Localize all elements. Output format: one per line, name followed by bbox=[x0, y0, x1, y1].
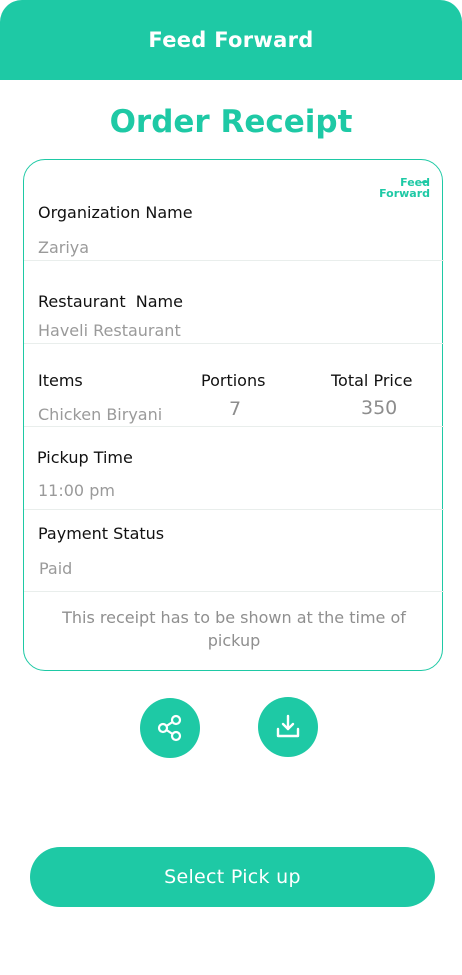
divider bbox=[24, 260, 444, 261]
receipt-card: Feed Forward ☁ Organization Name Zariya … bbox=[23, 159, 444, 671]
logo-line-2: Forward bbox=[379, 187, 430, 200]
portions-label: Portions bbox=[201, 371, 266, 390]
items-label: Items bbox=[38, 371, 83, 390]
share-icon bbox=[157, 714, 182, 742]
app-header: Feed Forward bbox=[0, 0, 462, 80]
organization-value: Zariya bbox=[38, 238, 90, 257]
divider bbox=[24, 343, 444, 344]
divider bbox=[24, 591, 444, 592]
portions-value: 7 bbox=[229, 398, 242, 420]
divider bbox=[24, 426, 444, 427]
pickup-time-label: Pickup Time bbox=[37, 448, 133, 467]
page-title: Order Receipt bbox=[109, 104, 353, 140]
download-button[interactable] bbox=[258, 697, 318, 757]
organization-label: Organization Name bbox=[38, 203, 193, 222]
item-name: Chicken Biryani bbox=[38, 405, 163, 424]
total-price-label: Total Price bbox=[331, 371, 413, 390]
payment-status-label: Payment Status bbox=[38, 524, 165, 543]
share-button[interactable] bbox=[140, 698, 200, 758]
feed-forward-logo: Feed Forward ☁ bbox=[379, 176, 430, 200]
cloud-icon: ☁ bbox=[420, 176, 428, 185]
receipt-note: This receipt has to be shown at the time… bbox=[62, 608, 406, 650]
payment-status-value: Paid bbox=[39, 559, 73, 578]
restaurant-label: Restaurant Name bbox=[38, 292, 183, 311]
pickup-time-value: 11:00 pm bbox=[38, 481, 115, 500]
select-pickup-button[interactable]: Select Pick up bbox=[30, 847, 435, 907]
select-pickup-label: Select Pick up bbox=[164, 866, 301, 888]
restaurant-value: Haveli Restaurant bbox=[38, 321, 181, 340]
app-title: Feed Forward bbox=[148, 28, 314, 52]
download-icon bbox=[276, 714, 300, 738]
total-price-value: 350 bbox=[361, 397, 398, 419]
divider bbox=[24, 509, 444, 510]
